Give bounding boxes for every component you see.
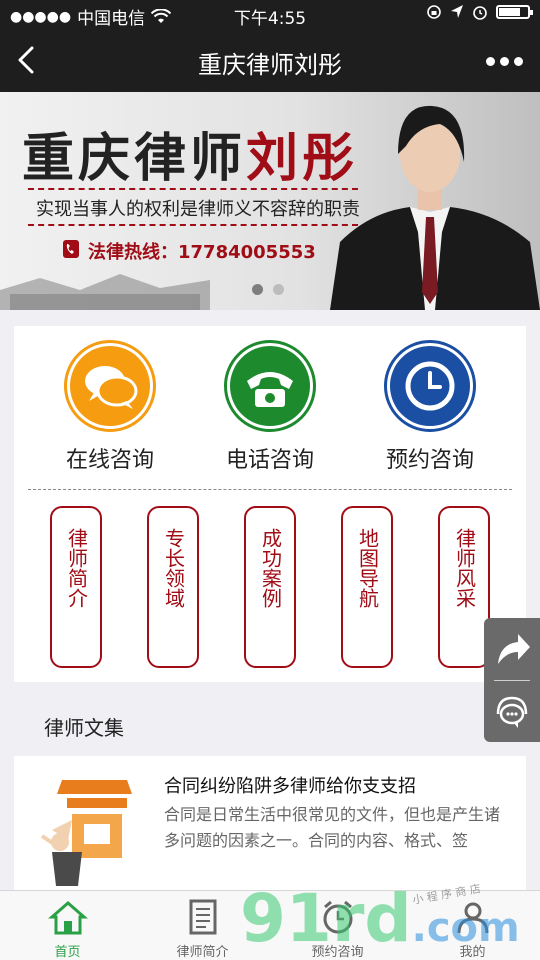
article-description: 合同是日常生活中很常见的文件，但也是产生诸多问题的因素之一。合同的内容、格式、签 bbox=[164, 805, 501, 850]
tab-home-label: 首页 bbox=[54, 945, 81, 960]
appointment-consult-button[interactable]: 预约咨询 bbox=[360, 340, 500, 474]
watermark-text: 91rd bbox=[240, 880, 412, 957]
pager-dot[interactable] bbox=[273, 284, 284, 295]
lawyer-portrait bbox=[330, 105, 540, 310]
carousel-pager bbox=[252, 284, 284, 295]
watermark-suffix: .com bbox=[411, 905, 520, 951]
document-icon bbox=[189, 899, 216, 935]
orientation-lock-icon bbox=[427, 5, 441, 19]
share-icon[interactable] bbox=[484, 620, 540, 680]
home-icon bbox=[47, 901, 88, 935]
floating-toolbar bbox=[484, 618, 540, 742]
customer-service-icon[interactable] bbox=[484, 682, 540, 742]
floating-toolbar-divider bbox=[494, 680, 530, 681]
banner-headline-prefix: 重庆律师 bbox=[22, 128, 247, 189]
banner-hotline: 法律热线：17784005553 bbox=[88, 242, 316, 263]
article-thumbnail bbox=[32, 770, 150, 892]
sub-item-lawyer-intro[interactable]: 律师简介 bbox=[50, 506, 102, 668]
status-right bbox=[426, 4, 533, 20]
services-card: 在线咨询 电话咨询 预约咨询 律师简介 专长领域 成功案例 地图导航 律师风采 bbox=[14, 326, 526, 682]
sub-item-expertise[interactable]: 专长领域 bbox=[147, 506, 199, 668]
alarm-icon bbox=[473, 6, 487, 20]
appointment-consult-label: 预约咨询 bbox=[385, 448, 474, 473]
sub-item-lawyer-gallery[interactable]: 律师风采 bbox=[438, 506, 490, 668]
tab-home[interactable]: 首页 bbox=[0, 891, 135, 960]
sub-item-map-navigation[interactable]: 地图导航 bbox=[341, 506, 393, 668]
clock-icon bbox=[384, 340, 476, 432]
banner-slogan: 实现当事人的权利是律师义不容辞的职责 bbox=[36, 199, 360, 220]
location-icon bbox=[451, 5, 463, 18]
article-card[interactable]: 合同纠纷陷阱多律师给你支支招 合同是日常生活中很常见的文件，但也是产生诸多问题的… bbox=[14, 756, 526, 896]
status-bar: ●●●●● 中国电信 下午4:55 bbox=[0, 0, 540, 30]
banner-divider bbox=[28, 188, 358, 190]
phone-consult-button[interactable]: 电话咨询 bbox=[200, 340, 340, 474]
pager-dot-active[interactable] bbox=[252, 284, 263, 295]
dashed-divider bbox=[28, 489, 512, 490]
banner-carousel[interactable]: 重庆律师刘彤 实现当事人的权利是律师义不容辞的职责 法律热线：177840055… bbox=[0, 92, 540, 310]
phone-icon bbox=[63, 240, 79, 258]
section-title: 律师文集 bbox=[44, 716, 124, 740]
page-title: 重庆律师刘彤 bbox=[198, 51, 342, 79]
sub-item-success-cases[interactable]: 成功案例 bbox=[244, 506, 296, 668]
phone-consult-label: 电话咨询 bbox=[225, 448, 314, 473]
telephone-icon bbox=[224, 340, 316, 432]
banner-headline: 重庆律师刘彤 bbox=[22, 116, 358, 191]
online-consult-button[interactable]: 在线咨询 bbox=[40, 340, 180, 474]
battery-icon bbox=[496, 5, 533, 19]
more-dots-icon[interactable] bbox=[484, 44, 524, 78]
online-consult-label: 在线咨询 bbox=[65, 448, 154, 473]
article-title: 合同纠纷陷阱多律师给你支支招 bbox=[164, 776, 416, 797]
chat-bubbles-icon bbox=[64, 340, 156, 432]
banner-divider bbox=[28, 224, 358, 226]
nav-bar: 重庆律师刘彤 bbox=[0, 30, 540, 92]
